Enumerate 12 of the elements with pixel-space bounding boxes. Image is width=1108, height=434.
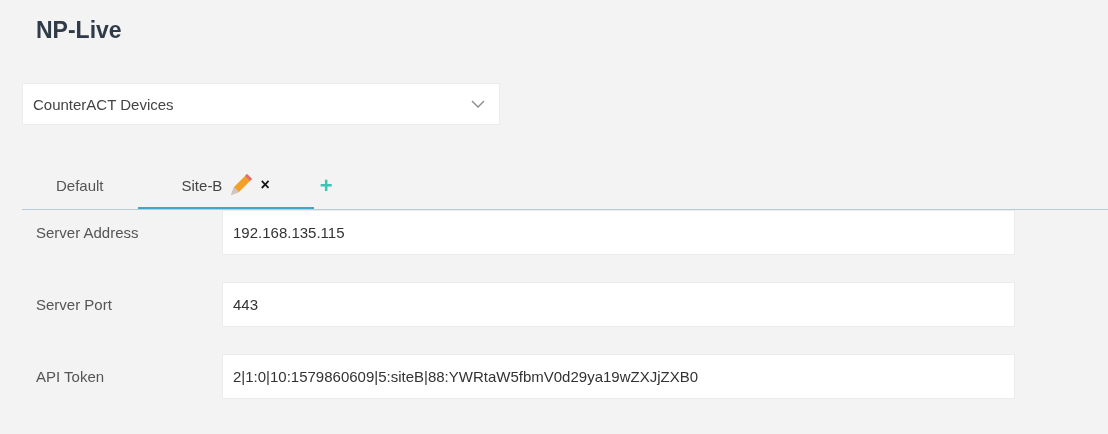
tab[interactable]: Default [22,163,138,209]
field-label: Server Port [36,296,113,313]
field-label: Server Address [36,224,140,241]
chevron-down-icon [471,100,485,108]
close-icon[interactable]: × [260,176,270,194]
input-field[interactable]: 443 [222,282,1015,327]
input-field[interactable]: 192.168.135.115 [222,210,1015,255]
field-label: API Token [36,368,106,385]
device-dropdown[interactable]: CounterACT Devices [22,83,500,125]
input-field[interactable]: 2|1:0|10:1579860609|5:siteB|88:YWRtaW5fbmV0d29ya19wZXJjZXB0 [222,354,1015,399]
page-title: NP-Live [36,16,123,45]
pencil-icon[interactable] [228,172,255,198]
